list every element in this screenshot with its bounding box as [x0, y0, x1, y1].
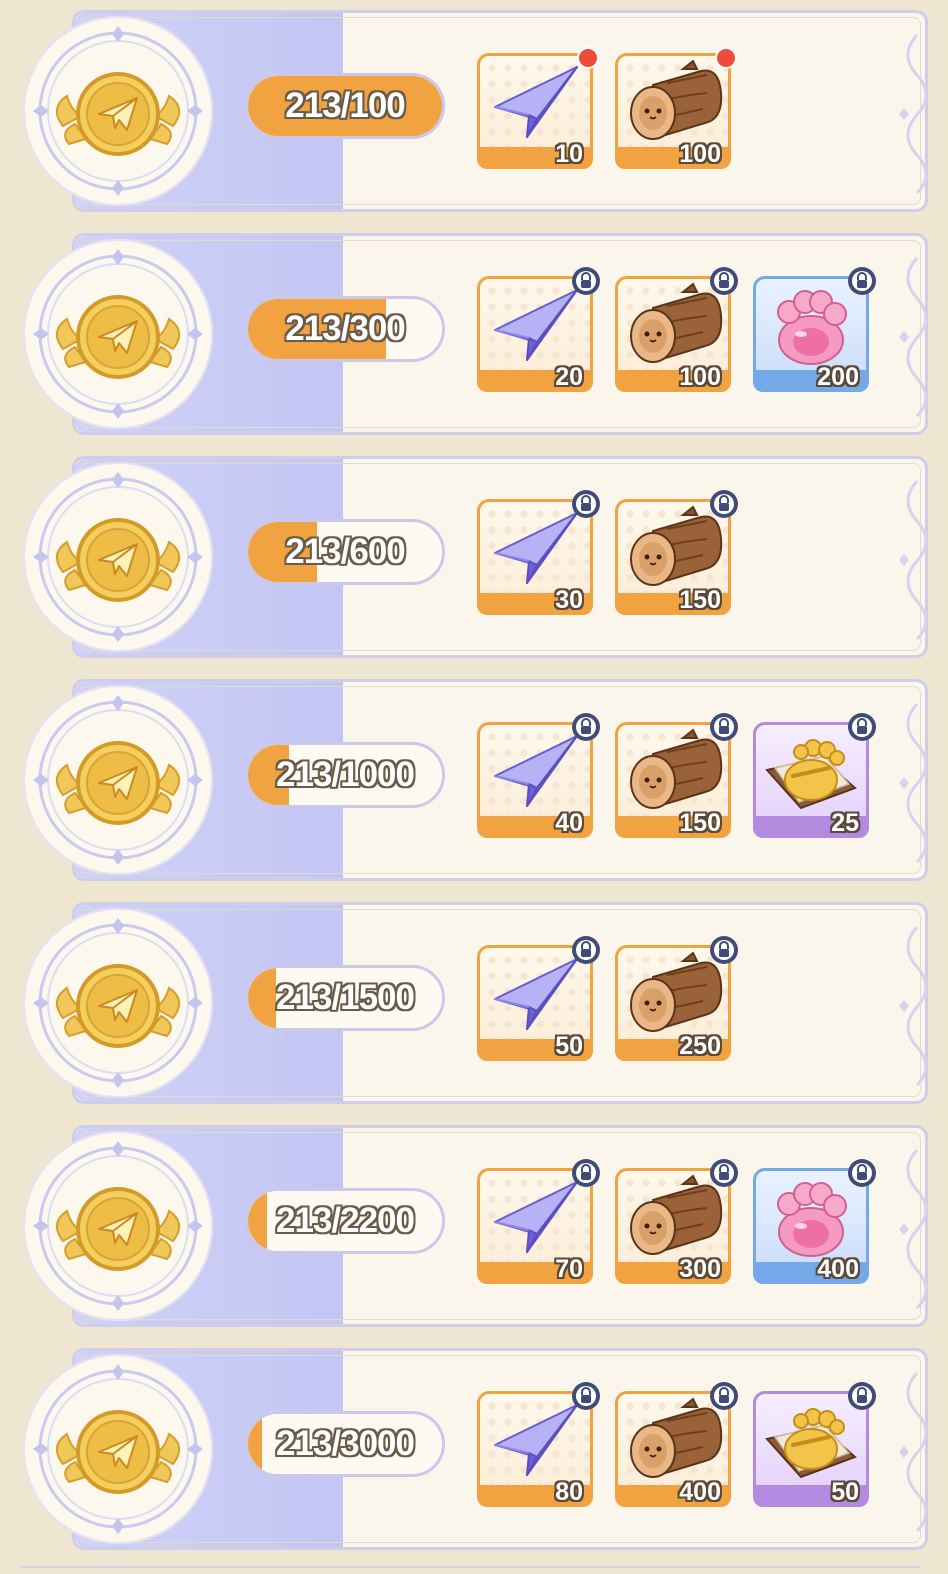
- notification-dot-icon: [577, 47, 599, 69]
- progress-text: 213/2200: [276, 1201, 415, 1240]
- reward-quantity: 150: [679, 586, 721, 614]
- reward-quantity: 250: [679, 1032, 721, 1060]
- progress-bar: 213/1500: [245, 965, 445, 1031]
- lock-icon: [709, 266, 739, 296]
- milestone-row: 213/300 20 100 200: [23, 233, 928, 435]
- lock-icon: [709, 712, 739, 742]
- gold-medal-icon: [23, 685, 213, 875]
- lock-icon: [571, 712, 601, 742]
- reward-item[interactable]: 200: [753, 267, 876, 392]
- reward-quantity: 20: [555, 363, 583, 391]
- reward-quantity: 150: [679, 809, 721, 837]
- progress-bar: 213/100: [245, 73, 445, 139]
- reward-quantity: 100: [679, 363, 721, 391]
- reward-item[interactable]: 40: [477, 713, 600, 838]
- gold-medal-icon: [23, 1131, 213, 1321]
- lock-icon: [847, 1158, 877, 1188]
- progress-bar: 213/600: [245, 519, 445, 585]
- ornament-icon: [893, 923, 928, 1089]
- progress-text: 213/3000: [276, 1424, 415, 1463]
- reward-item[interactable]: 150: [615, 490, 738, 615]
- reward-quantity: 400: [817, 1255, 859, 1283]
- ornament-icon: [893, 700, 928, 866]
- milestone-row: 213/1000 40 150 25: [23, 679, 928, 881]
- reward-item[interactable]: 400: [615, 1382, 738, 1507]
- reward-quantity: 50: [831, 1478, 859, 1506]
- lock-icon: [571, 935, 601, 965]
- ornament-icon: [893, 1146, 928, 1312]
- lock-icon: [847, 712, 877, 742]
- gold-medal-icon: [23, 462, 213, 652]
- ornament-icon: [893, 1369, 928, 1535]
- ornament-icon: [893, 254, 928, 420]
- lock-icon: [709, 935, 739, 965]
- progress-text: 213/1000: [276, 755, 415, 794]
- milestone-row: 213/3000 80 400 50: [23, 1348, 928, 1550]
- reward-quantity: 100: [679, 140, 721, 168]
- reward-item[interactable]: 50: [753, 1382, 876, 1507]
- reward-item[interactable]: 100: [615, 267, 738, 392]
- reward-quantity: 70: [555, 1255, 583, 1283]
- lock-icon: [847, 266, 877, 296]
- gold-medal-icon: [23, 16, 213, 206]
- reward-item[interactable]: 80: [477, 1382, 600, 1507]
- progress-text: 213/600: [285, 532, 406, 571]
- progress-text: 213/100: [285, 86, 406, 125]
- lock-icon: [709, 1381, 739, 1411]
- ornament-icon: [893, 477, 928, 643]
- progress-bar: 213/3000: [245, 1411, 445, 1477]
- lock-icon: [709, 489, 739, 519]
- reward-quantity: 40: [555, 809, 583, 837]
- reward-quantity: 200: [817, 363, 859, 391]
- milestone-row: 213/2200 70 300 400: [23, 1125, 928, 1327]
- lock-icon: [571, 1381, 601, 1411]
- reward-quantity: 300: [679, 1255, 721, 1283]
- reward-item[interactable]: 20: [477, 267, 600, 392]
- gold-medal-icon: [23, 908, 213, 1098]
- reward-item[interactable]: 100: [615, 47, 737, 169]
- milestone-row: 213/100 10 100: [23, 10, 928, 212]
- gold-medal-icon: [23, 1354, 213, 1544]
- reward-quantity: 50: [555, 1032, 583, 1060]
- milestone-reward-list: 213/100 10 100 213/300 20 100 200 213/60…: [0, 0, 948, 1574]
- reward-item[interactable]: 50: [477, 936, 600, 1061]
- lock-icon: [847, 1381, 877, 1411]
- reward-quantity: 30: [555, 586, 583, 614]
- ornament-icon: [893, 31, 928, 197]
- reward-quantity: 80: [555, 1478, 583, 1506]
- reward-item[interactable]: 25: [753, 713, 876, 838]
- reward-item[interactable]: 30: [477, 490, 600, 615]
- lock-icon: [571, 489, 601, 519]
- reward-item[interactable]: 10: [477, 47, 599, 169]
- progress-text: 213/1500: [276, 978, 415, 1017]
- list-bottom-divider: [20, 1566, 920, 1568]
- reward-quantity: 25: [831, 809, 859, 837]
- reward-item[interactable]: 150: [615, 713, 738, 838]
- lock-icon: [709, 1158, 739, 1188]
- reward-item[interactable]: 400: [753, 1159, 876, 1284]
- progress-bar: 213/300: [245, 296, 445, 362]
- progress-bar: 213/1000: [245, 742, 445, 808]
- lock-icon: [571, 1158, 601, 1188]
- reward-item[interactable]: 70: [477, 1159, 600, 1284]
- reward-quantity: 10: [555, 140, 583, 168]
- milestone-row: 213/600 30 150: [23, 456, 928, 658]
- progress-text: 213/300: [285, 309, 406, 348]
- notification-dot-icon: [715, 47, 737, 69]
- reward-item[interactable]: 250: [615, 936, 738, 1061]
- reward-item[interactable]: 300: [615, 1159, 738, 1284]
- reward-quantity: 400: [679, 1478, 721, 1506]
- lock-icon: [571, 266, 601, 296]
- progress-bar: 213/2200: [245, 1188, 445, 1254]
- gold-medal-icon: [23, 239, 213, 429]
- milestone-row: 213/1500 50 250: [23, 902, 928, 1104]
